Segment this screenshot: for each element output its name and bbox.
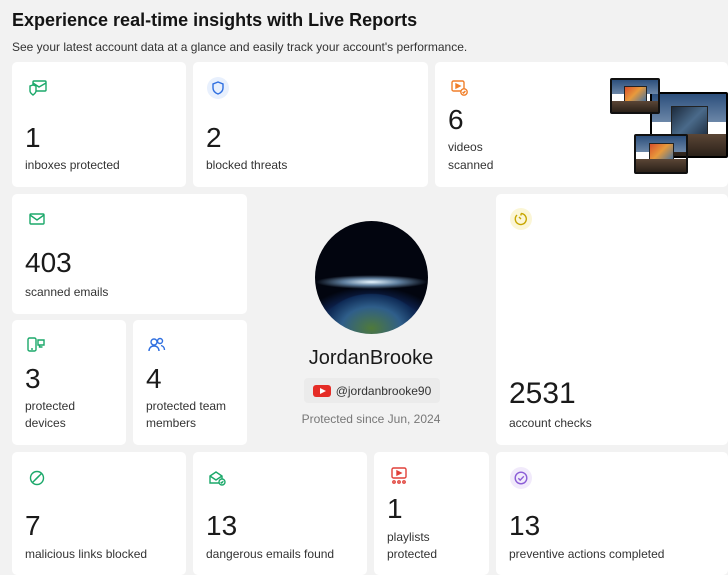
shield-icon [207, 77, 229, 99]
dangerous-label: dangerous emails found [206, 547, 335, 561]
inboxes-label: inboxes protected [25, 158, 120, 172]
account-checks-value: 2531 [509, 377, 576, 410]
playlists-card: 1 playlists protected [374, 452, 489, 575]
links-label: malicious links blocked [25, 547, 148, 561]
account-checks-label: account checks [509, 416, 592, 430]
preventive-card: 13 preventive actions completed [496, 452, 728, 575]
team-icon [146, 334, 168, 356]
inbox-shield-icon [27, 77, 49, 99]
links-value: 7 [25, 510, 41, 541]
check-circle-icon [510, 467, 532, 489]
blocked-link-icon [26, 467, 48, 489]
team-label-1: protected team [146, 399, 227, 413]
page-subtitle: See your latest account data at a glance… [12, 40, 468, 54]
channel-handle: @jordanbrooke90 [335, 383, 432, 398]
devices-label-2: devices [25, 416, 66, 430]
threats-value: 2 [206, 122, 222, 153]
youtube-icon [312, 384, 331, 397]
inboxes-value: 1 [25, 122, 41, 153]
threats-label: blocked threats [206, 158, 288, 172]
playlists-label-1: playlists [387, 530, 430, 544]
page-title: Experience real-time insights with Live … [12, 10, 418, 30]
devices-value: 3 [25, 363, 41, 394]
videos-value: 6 [448, 104, 464, 135]
threats-card: 2 blocked threats [193, 62, 428, 187]
inboxes-card: 1 inboxes protected [12, 62, 186, 187]
team-card: 4 protected team members [133, 320, 247, 445]
emails-label: scanned emails [25, 285, 109, 299]
timer-icon [510, 208, 532, 230]
devices-icon [25, 334, 47, 356]
avatar [315, 221, 428, 334]
dangerous-value: 13 [206, 510, 238, 541]
mail-check-icon [206, 467, 228, 489]
preventive-value: 13 [509, 510, 541, 541]
playlist-icon [388, 465, 410, 487]
dangerous-card: 13 dangerous emails found [193, 452, 367, 575]
video-thumbnail-top [610, 78, 660, 114]
playlists-value: 1 [387, 493, 403, 524]
team-label-2: members [146, 416, 197, 430]
emails-value: 403 [25, 247, 72, 278]
devices-label-1: protected [25, 399, 76, 413]
emails-card: 403 scanned emails [12, 194, 247, 314]
links-card: 7 malicious links blocked [12, 452, 186, 575]
video-thumbnail-bottom [634, 134, 688, 174]
protected-since: Protected since Jun, 2024 [301, 412, 441, 426]
videos-label-2: scanned [448, 158, 494, 172]
preventive-label: preventive actions completed [509, 547, 665, 561]
profile-name: JordanBrooke [308, 347, 434, 369]
channel-handle-badge[interactable]: @jordanbrooke90 [304, 378, 440, 403]
team-value: 4 [146, 363, 162, 394]
videos-label-1: videos [448, 140, 483, 154]
account-checks-card: 2531 account checks [496, 194, 728, 445]
devices-card: 3 protected devices [12, 320, 126, 445]
video-scan-icon [449, 77, 471, 99]
playlists-label-2: protected [387, 547, 438, 561]
videos-card: 6 videos scanned [435, 62, 728, 187]
envelope-icon [26, 208, 48, 230]
